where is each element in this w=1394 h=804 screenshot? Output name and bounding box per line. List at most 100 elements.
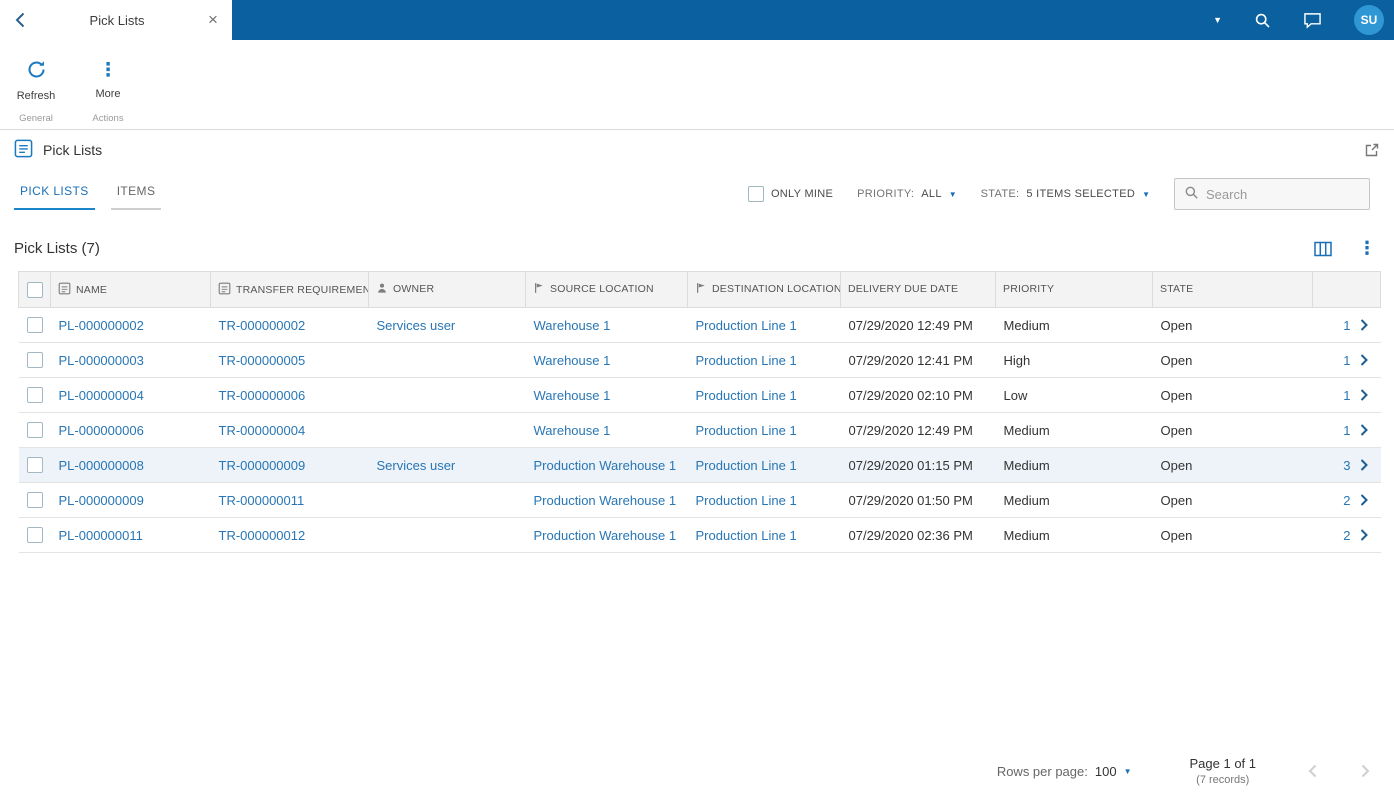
priority-caret-down-icon[interactable]: ▼ [949,190,957,199]
only-mine-checkbox[interactable] [747,186,764,202]
state-value: Open [1152,307,1313,343]
transfer-requirement-link[interactable]: TR-000000004 [219,423,306,438]
search-input[interactable] [1206,186,1360,202]
only-mine-filter: ONLY MINE [747,186,833,202]
row-checkbox[interactable] [26,317,43,334]
refresh-label: Refresh [16,90,56,102]
column-header-state[interactable]: STATE [1152,271,1313,308]
destination-location-link[interactable]: Production Line 1 [696,353,797,368]
search-icon[interactable] [1254,12,1271,29]
rows-per-page-value: 100 [1094,763,1117,779]
state-value: Open [1152,447,1313,483]
transfer-requirement-link[interactable]: TR-000000009 [219,458,306,473]
row-checkbox[interactable] [26,422,43,439]
pick-list-link[interactable]: PL-000000004 [59,388,144,403]
next-page-icon[interactable] [1361,764,1370,778]
chevron-right-icon[interactable] [1360,353,1368,368]
column-header-owner[interactable]: OWNER [368,271,526,308]
item-count-link[interactable]: 1 [1343,353,1350,368]
tab-items[interactable]: ITEMS [110,184,162,210]
chevron-right-icon[interactable] [1360,493,1368,508]
item-count-link[interactable]: 1 [1343,318,1350,333]
column-header-destination-location[interactable]: DESTINATION LOCATION [687,271,841,308]
owner-link[interactable]: Services user [377,318,456,333]
tab-pick-lists[interactable]: PICK LISTS [14,184,95,210]
topbar-caret-down-icon[interactable]: ▼ [1213,15,1222,25]
table-row[interactable]: PL-000000011 TR-000000012 Production War… [18,517,1381,553]
chevron-right-icon[interactable] [1360,318,1368,333]
column-header-name[interactable]: NAME [50,271,211,308]
popout-icon[interactable] [1364,142,1380,158]
chat-icon[interactable] [1303,12,1322,29]
state-caret-down-icon[interactable]: ▼ [1142,190,1150,199]
destination-location-link[interactable]: Production Line 1 [696,318,797,333]
chevron-right-icon[interactable] [1360,458,1368,473]
destination-location-link[interactable]: Production Line 1 [696,493,797,508]
source-location-link[interactable]: Production Warehouse 1 [534,458,677,473]
table-row[interactable]: PL-000000003 TR-000000005 Warehouse 1 Pr… [18,342,1381,378]
table-row[interactable]: PL-000000009 TR-000000011 Production War… [18,482,1381,518]
source-location-link[interactable]: Warehouse 1 [534,353,611,368]
rows-per-page[interactable]: Rows per page: 100 ▼ [997,764,1132,779]
source-location-link[interactable]: Warehouse 1 [534,388,611,403]
destination-location-link[interactable]: Production Line 1 [696,388,797,403]
refresh-button[interactable]: Refresh [0,40,72,113]
destination-location-link[interactable]: Production Line 1 [696,423,797,438]
column-header-priority[interactable]: PRIORITY [995,271,1153,308]
pick-list-link[interactable]: PL-000000002 [59,318,144,333]
item-count-link[interactable]: 1 [1343,388,1350,403]
table-row[interactable]: PL-000000002 TR-000000002 Services user … [18,307,1381,343]
back-button[interactable] [0,12,40,28]
close-tab-icon[interactable]: × [194,0,232,40]
item-count-link[interactable]: 1 [1343,423,1350,438]
item-count-link[interactable]: 2 [1343,493,1350,508]
pick-list-link[interactable]: PL-000000008 [59,458,144,473]
grid-more-icon[interactable]: ⋮ [1358,238,1376,259]
row-checkbox[interactable] [26,527,43,544]
previous-page-icon[interactable] [1308,764,1317,778]
source-location-link[interactable]: Production Warehouse 1 [534,528,677,543]
transfer-requirement-link[interactable]: TR-000000006 [219,388,306,403]
rows-per-page-caret-down-icon[interactable]: ▼ [1124,767,1132,776]
form-icon [58,282,71,298]
transfer-requirement-link[interactable]: TR-000000011 [219,493,305,508]
select-all-checkbox[interactable] [26,281,43,298]
transfer-requirement-link[interactable]: TR-000000002 [219,318,306,333]
column-header-transfer-requirement[interactable]: TRANSFER REQUIREMENT [210,271,369,308]
priority-filter[interactable]: PRIORITY: ALL ▼ [857,188,957,200]
table-row[interactable]: PL-000000008 TR-000000009 Services user … [18,447,1381,483]
row-checkbox[interactable] [26,352,43,369]
pick-list-link[interactable]: PL-000000011 [59,528,143,543]
row-checkbox[interactable] [26,387,43,404]
pick-list-link[interactable]: PL-000000006 [59,423,144,438]
table-row[interactable]: PL-000000004 TR-000000006 Warehouse 1 Pr… [18,377,1381,413]
column-chooser-icon[interactable] [1314,241,1332,257]
chevron-right-icon[interactable] [1360,388,1368,403]
transfer-requirement-link[interactable]: TR-000000012 [219,528,306,543]
transfer-requirement-link[interactable]: TR-000000005 [219,353,306,368]
delivery-due-date: 07/29/2020 02:10 PM [840,377,996,413]
pick-list-link[interactable]: PL-000000009 [59,493,144,508]
row-checkbox[interactable] [26,457,43,474]
more-label: More [95,88,121,100]
destination-location-link[interactable]: Production Line 1 [696,458,797,473]
avatar[interactable]: SU [1354,5,1384,35]
document-tab[interactable]: Pick Lists × [0,0,232,40]
item-count-link[interactable]: 3 [1343,458,1350,473]
source-location-link[interactable]: Warehouse 1 [534,423,611,438]
table-row[interactable]: PL-000000006 TR-000000004 Warehouse 1 Pr… [18,412,1381,448]
source-location-link[interactable]: Warehouse 1 [534,318,611,333]
state-filter[interactable]: STATE: 5 ITEMS SELECTED ▼ [981,188,1150,200]
owner-link[interactable]: Services user [377,458,456,473]
item-count-link[interactable]: 2 [1343,528,1350,543]
chevron-right-icon[interactable] [1360,528,1368,543]
topbar: Pick Lists × ▼ SU [0,0,1394,40]
source-location-link[interactable]: Production Warehouse 1 [534,493,677,508]
column-header-source-location[interactable]: SOURCE LOCATION [525,271,688,308]
destination-location-link[interactable]: Production Line 1 [696,528,797,543]
row-checkbox[interactable] [26,492,43,509]
pick-list-link[interactable]: PL-000000003 [59,353,144,368]
column-header-delivery-due-date[interactable]: DELIVERY DUE DATE [840,271,996,308]
chevron-right-icon[interactable] [1360,423,1368,438]
more-button[interactable]: ⋮ More [72,40,144,113]
